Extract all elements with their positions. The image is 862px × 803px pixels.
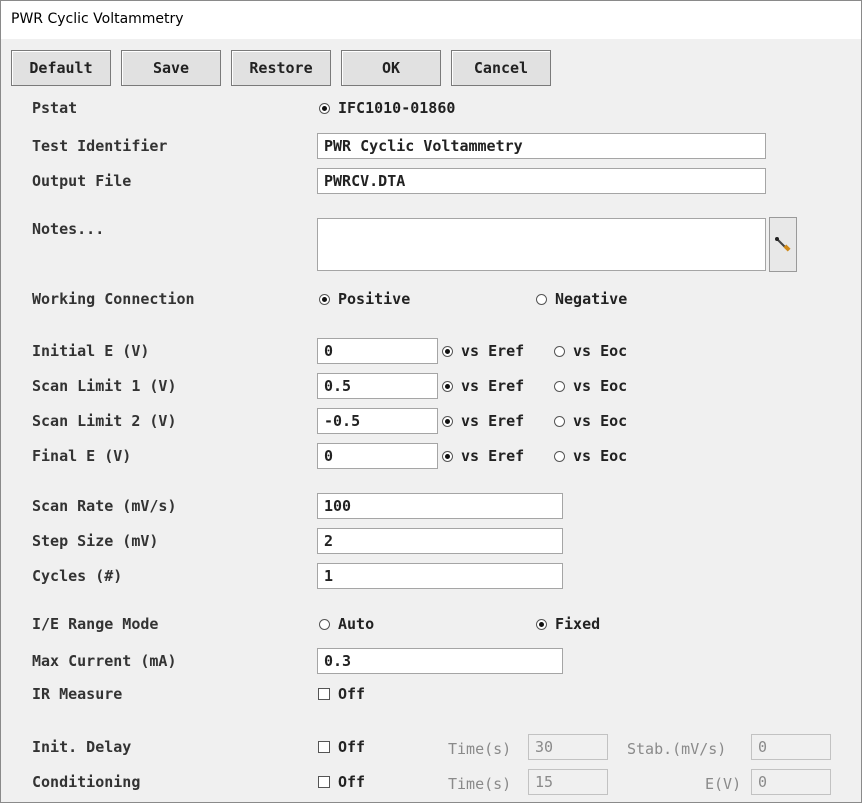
init-delay-stab-label: Stab.(mV/s) <box>627 740 727 758</box>
vs-eoc-label: vs Eoc <box>573 377 628 395</box>
conditioning-time-input[interactable]: 15 <box>528 769 608 795</box>
max-current-input[interactable]: 0.3 <box>317 648 563 674</box>
fixed-radio-button[interactable] <box>536 618 547 630</box>
output-file-input[interactable]: PWRCV.DTA <box>317 168 766 194</box>
ie-range-auto[interactable]: Auto <box>319 615 374 633</box>
radio-button[interactable] <box>442 345 453 357</box>
ie-range-mode-label: I/E Range Mode <box>32 615 159 633</box>
conditioning-checkbox[interactable]: Off <box>318 773 365 791</box>
init-delay-label: Init. Delay <box>32 738 132 756</box>
radio-button[interactable] <box>554 450 565 462</box>
auto-radio-button[interactable] <box>319 618 330 630</box>
scan-limit-2-label: Scan Limit 2 (V) <box>32 412 177 430</box>
radio-button[interactable] <box>554 415 565 427</box>
pstat-radio-button[interactable] <box>319 102 330 114</box>
pencil-icon <box>775 236 791 252</box>
radio-button[interactable] <box>442 450 453 462</box>
radio-button[interactable] <box>442 380 453 392</box>
restore-button[interactable]: Restore <box>231 50 331 86</box>
dialog-window: PWR Cyclic Voltammetry Default Save Rest… <box>0 0 862 803</box>
working-connection-positive[interactable]: Positive <box>319 290 410 308</box>
ir-measure-checkbox[interactable]: Off <box>318 685 365 703</box>
init-delay-off-label: Off <box>338 738 366 756</box>
vs-eref-label: vs Eref <box>461 377 525 395</box>
vs-eref-label: vs Eref <box>461 342 525 360</box>
conditioning-e-input[interactable]: 0 <box>751 769 831 795</box>
cycles-label: Cycles (#) <box>32 567 123 585</box>
conditioning-e-label: E(V) <box>705 775 742 793</box>
ir-measure-off-label: Off <box>338 685 366 703</box>
scan-limit-2-vs-eoc[interactable]: vs Eoc <box>554 412 627 430</box>
checkbox[interactable] <box>318 688 330 700</box>
negative-radio-button[interactable] <box>536 293 547 305</box>
scan-rate-input[interactable]: 100 <box>317 493 563 519</box>
step-size-label: Step Size (mV) <box>32 532 159 550</box>
ir-measure-label: IR Measure <box>32 685 123 703</box>
scan-limit-1-input[interactable]: 0.5 <box>317 373 438 399</box>
scan-limit-2-input[interactable]: -0.5 <box>317 408 438 434</box>
vs-eoc-label: vs Eoc <box>573 447 628 465</box>
test-identifier-label: Test Identifier <box>32 137 168 155</box>
default-button[interactable]: Default <box>11 50 111 86</box>
pstat-value: IFC1010-01860 <box>338 99 456 117</box>
save-button[interactable]: Save <box>121 50 221 86</box>
initial-e-vs-eoc[interactable]: vs Eoc <box>554 342 627 360</box>
init-delay-checkbox[interactable]: Off <box>318 738 365 756</box>
init-delay-time-label: Time(s) <box>448 740 512 758</box>
scan-limit-1-vs-eoc[interactable]: vs Eoc <box>554 377 627 395</box>
radio-button[interactable] <box>554 345 565 357</box>
initial-e-label: Initial E (V) <box>32 342 150 360</box>
auto-label: Auto <box>338 615 375 633</box>
final-e-vs-eoc[interactable]: vs Eoc <box>554 447 627 465</box>
cycles-input[interactable]: 1 <box>317 563 563 589</box>
vs-eref-label: vs Eref <box>461 412 525 430</box>
initial-e-vs-eref[interactable]: vs Eref <box>442 342 524 360</box>
cancel-button[interactable]: Cancel <box>451 50 551 86</box>
working-connection-label: Working Connection <box>32 290 195 308</box>
final-e-label: Final E (V) <box>32 447 132 465</box>
pstat-radio[interactable]: IFC1010-01860 <box>319 99 455 117</box>
initial-e-input[interactable]: 0 <box>317 338 438 364</box>
conditioning-label: Conditioning <box>32 773 141 791</box>
notes-label: Notes... <box>32 220 105 238</box>
checkbox[interactable] <box>318 741 330 753</box>
positive-radio-button[interactable] <box>319 293 330 305</box>
scan-limit-2-vs-eref[interactable]: vs Eref <box>442 412 524 430</box>
ok-button[interactable]: OK <box>341 50 441 86</box>
conditioning-time-label: Time(s) <box>448 775 512 793</box>
conditioning-off-label: Off <box>338 773 366 791</box>
window-title: PWR Cyclic Voltammetry <box>11 11 184 27</box>
vs-eref-label: vs Eref <box>461 447 525 465</box>
test-identifier-input[interactable]: PWR Cyclic Voltammetry <box>317 133 766 159</box>
final-e-input[interactable]: 0 <box>317 443 438 469</box>
working-connection-negative[interactable]: Negative <box>536 290 627 308</box>
init-delay-stab-input[interactable]: 0 <box>751 734 831 760</box>
scan-rate-label: Scan Rate (mV/s) <box>32 497 177 515</box>
negative-label: Negative <box>555 290 628 308</box>
max-current-label: Max Current (mA) <box>32 652 177 670</box>
vs-eoc-label: vs Eoc <box>573 342 628 360</box>
ie-range-fixed[interactable]: Fixed <box>536 615 600 633</box>
output-file-label: Output File <box>32 172 132 190</box>
scan-limit-1-vs-eref[interactable]: vs Eref <box>442 377 524 395</box>
fixed-label: Fixed <box>555 615 601 633</box>
notes-edit-button[interactable] <box>769 217 797 272</box>
positive-label: Positive <box>338 290 411 308</box>
notes-textarea[interactable] <box>317 218 766 271</box>
title-bar: PWR Cyclic Voltammetry <box>1 1 861 39</box>
pstat-label: Pstat <box>32 99 78 117</box>
init-delay-time-input[interactable]: 30 <box>528 734 608 760</box>
scan-limit-1-label: Scan Limit 1 (V) <box>32 377 177 395</box>
radio-button[interactable] <box>554 380 565 392</box>
radio-button[interactable] <box>442 415 453 427</box>
vs-eoc-label: vs Eoc <box>573 412 628 430</box>
checkbox[interactable] <box>318 776 330 788</box>
step-size-input[interactable]: 2 <box>317 528 563 554</box>
final-e-vs-eref[interactable]: vs Eref <box>442 447 524 465</box>
